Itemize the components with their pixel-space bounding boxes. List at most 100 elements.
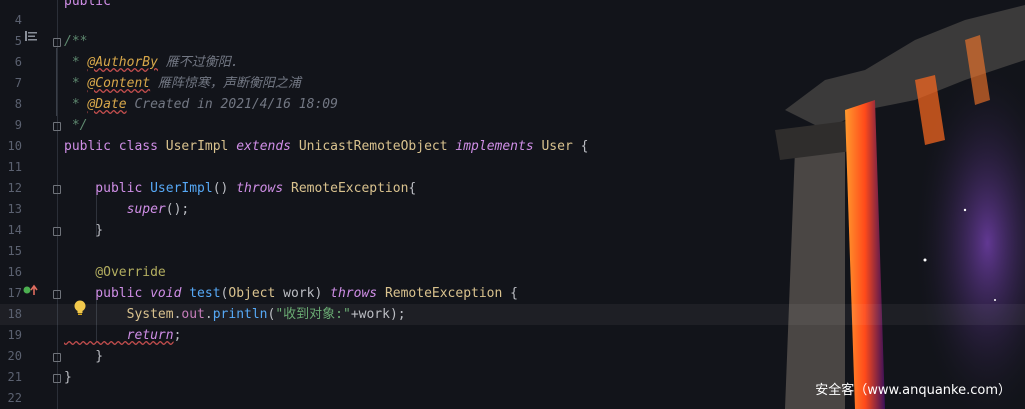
code-token: @Content: [87, 76, 151, 91]
code-token: throws: [330, 286, 385, 301]
line-number: 22: [7, 391, 22, 405]
fold-marker-icon[interactable]: [53, 227, 61, 236]
code-token: {: [502, 286, 518, 301]
code-text: * @Content 雁阵惊寒，声断衡阳之浦: [64, 73, 301, 94]
code-line[interactable]: 7 * @Content 雁阵惊寒，声断衡阳之浦: [0, 73, 1025, 94]
code-text: public UserImpl() throws RemoteException…: [64, 178, 416, 199]
code-line[interactable]: 4: [0, 10, 1025, 31]
code-token: work: [283, 286, 315, 301]
line-number: 7: [14, 76, 22, 90]
code-token: User: [541, 139, 573, 154]
fold-marker-icon[interactable]: [53, 122, 61, 131]
code-token: void: [150, 286, 190, 301]
code-token: {: [408, 181, 417, 196]
code-token: (): [212, 181, 237, 196]
code-token: throws: [236, 181, 291, 196]
line-number: 14: [7, 223, 22, 237]
line-number: 16: [7, 265, 22, 279]
line-number: 11: [7, 160, 22, 174]
code-token: return: [64, 328, 174, 343]
code-token: UserImpl: [165, 139, 237, 154]
line-number: 20: [7, 349, 22, 363]
code-line[interactable]: 19 return;: [0, 325, 1025, 346]
code-line[interactable]: 8 * @Date Created in 2021/4/16 18:09: [0, 94, 1025, 115]
code-token: UserImpl: [150, 181, 213, 196]
code-token: *: [64, 76, 88, 91]
code-line[interactable]: 11: [0, 157, 1025, 178]
rendered-doc-toggle-icon[interactable]: [25, 31, 37, 41]
code-token: @Override: [64, 265, 166, 280]
line-number: 5: [14, 34, 22, 48]
code-text: */: [64, 115, 88, 136]
code-token: public: [64, 181, 151, 196]
code-token: *: [64, 97, 88, 112]
code-text: * @AuthorBy 雁不过衡阳.: [64, 52, 239, 73]
code-text: }: [64, 346, 103, 367]
code-token: 雁阵惊寒，声断衡阳之浦: [150, 76, 301, 91]
code-line[interactable]: 13 super();: [0, 199, 1025, 220]
line-number: 8: [14, 97, 22, 111]
code-text: super();: [64, 199, 190, 220]
implements-method-icon[interactable]: [23, 284, 39, 296]
line-number: 10: [7, 139, 22, 153]
site-watermark: 安全客（www.anquanke.com）: [815, 383, 1011, 398]
line-number: 13: [7, 202, 22, 216]
code-line[interactable]: 6 * @AuthorBy 雁不过衡阳.: [0, 52, 1025, 73]
code-text: return;: [64, 325, 182, 346]
code-line[interactable]: 10 public class UserImpl extends UnicastR…: [0, 136, 1025, 157]
fold-marker-icon[interactable]: [53, 353, 61, 362]
fold-marker-icon[interactable]: [53, 374, 61, 383]
line-number: 4: [14, 13, 22, 27]
line-number: 21: [7, 370, 22, 384]
code-token: *: [64, 55, 88, 70]
code-token: UnicastRemoteObject: [298, 139, 456, 154]
code-token: +work);: [350, 307, 406, 322]
code-text: public class UserImpl extends UnicastRem…: [64, 136, 588, 157]
code-text: * @Date Created in 2021/4/16 18:09: [64, 94, 338, 115]
fold-marker-icon[interactable]: [53, 290, 61, 299]
code-token: implements: [455, 139, 542, 154]
code-line[interactable]: 18 System.out.println("收到对象:"+work);: [0, 304, 1025, 325]
code-text: /**: [64, 31, 87, 52]
code-line[interactable]: 17 public void test(Object work) throws …: [0, 283, 1025, 304]
line-number: 6: [14, 55, 22, 69]
code-editor[interactable]: public 4 5/** 6 * @AuthorBy 雁不过衡阳. 7 * @Cont…: [0, 0, 1025, 409]
code-token: test: [189, 286, 221, 301]
code-text: }: [64, 367, 72, 388]
code-line[interactable]: 15: [0, 241, 1025, 262]
code-token: /**: [64, 34, 88, 49]
line-number: 18: [7, 307, 22, 321]
code-text: public void test(Object work) throws Rem…: [64, 283, 518, 304]
code-token: public: [64, 286, 151, 301]
code-text: System.out.println("收到对象:"+work);: [64, 304, 406, 325]
code-token: ();: [165, 202, 190, 217]
code-token: }: [64, 223, 104, 238]
fold-marker-icon[interactable]: [53, 38, 61, 47]
code-line[interactable]: 16 @Override: [0, 262, 1025, 283]
line-number: 12: [7, 181, 22, 195]
code-line[interactable]: 12 public UserImpl() throws RemoteExcept…: [0, 178, 1025, 199]
code-token: RemoteException: [291, 181, 409, 196]
code-line[interactable]: 20 }: [0, 346, 1025, 367]
code-text: }: [64, 220, 103, 241]
code-token: }: [64, 349, 104, 364]
code-token: Object: [228, 286, 284, 301]
code-token: extends: [236, 139, 299, 154]
line-number: 15: [7, 244, 22, 258]
intention-bulb-icon[interactable]: [73, 300, 87, 316]
code-token: {: [572, 139, 589, 154]
code-token: super: [64, 202, 166, 217]
code-token: Created in 2021/4/16 18:09: [126, 97, 338, 112]
fold-marker-icon[interactable]: [53, 185, 61, 194]
code-token: println: [212, 307, 268, 322]
code-text: @Override: [64, 262, 166, 283]
line-number: 9: [14, 118, 22, 132]
code-line[interactable]: 14 }: [0, 220, 1025, 241]
code-line[interactable]: 9 */: [0, 115, 1025, 136]
code-token: out: [181, 307, 205, 322]
code-token: .: [204, 307, 213, 322]
code-line[interactable]: 5 /**: [0, 31, 1025, 52]
code-token: "收到对象:": [275, 307, 351, 322]
code-token: ;: [173, 328, 182, 343]
code-token: }: [64, 370, 72, 385]
